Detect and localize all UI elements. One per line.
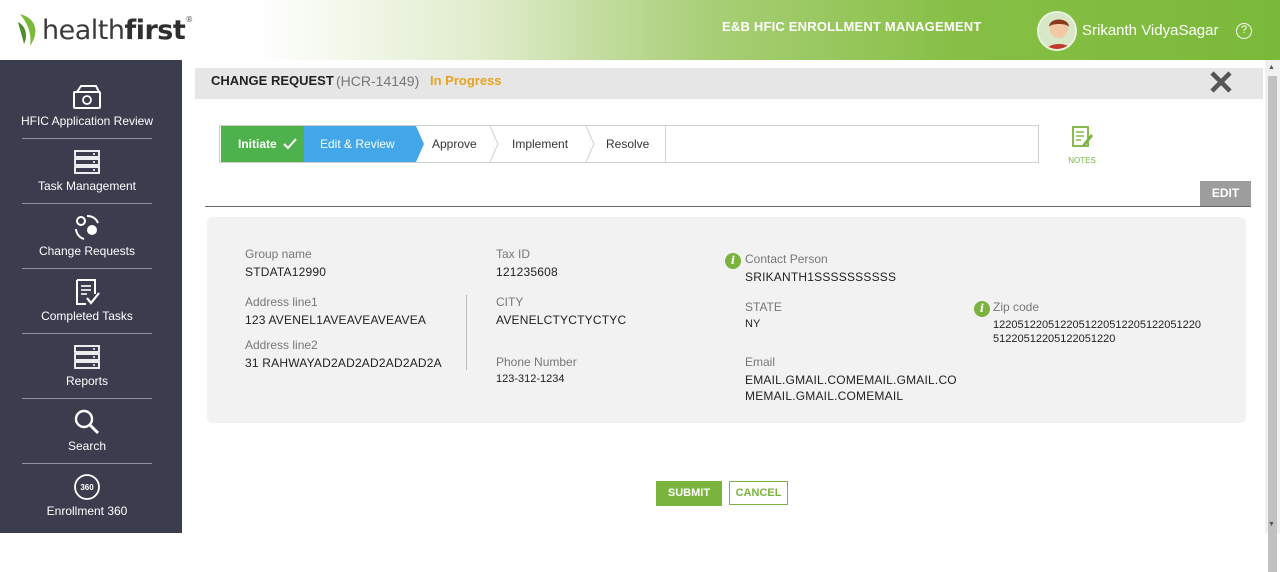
search-icon [71, 407, 103, 437]
page-title-bar: CHANGE REQUEST (HCR-14149) In Progress [195, 68, 1263, 99]
sidebar-item-hfic-application-review[interactable]: HFIC Application Review [20, 74, 154, 139]
state-value: NY [745, 318, 761, 330]
leaf-icon [18, 14, 36, 46]
avatar[interactable] [1037, 11, 1077, 51]
scroll-up-icon[interactable]: ▲ [1268, 64, 1275, 71]
sidebar-item-label: HFIC Application Review [20, 114, 154, 128]
notes-button[interactable]: NOTES [1066, 125, 1098, 165]
tax-id-value: 121235608 [496, 265, 558, 279]
sidebar-item-enrollment-360[interactable]: 360 Enrollment 360 [22, 464, 152, 529]
step-approve[interactable]: Approve [432, 126, 477, 162]
column-divider [466, 295, 467, 370]
enrollment-360-icon: 360 [71, 472, 103, 502]
scroll-down-icon[interactable]: ▼ [1268, 521, 1275, 528]
request-id: (HCR-14149) [336, 73, 420, 89]
vertical-scrollbar[interactable]: ▲ ▼ [1265, 60, 1280, 572]
step-implement[interactable]: Implement [512, 126, 568, 162]
sidebar-item-search[interactable]: Search [22, 399, 152, 464]
application-review-icon [71, 82, 103, 112]
sidebar-item-task-management[interactable]: Task Management [22, 139, 152, 204]
email-value-line1: EMAIL.GMAIL.COMEMAIL.GMAIL.CO [745, 373, 957, 387]
enrollment-360-icon-text: 360 [80, 483, 94, 492]
change-requests-icon [71, 212, 103, 242]
notes-icon [1072, 126, 1093, 147]
completed-tasks-icon [71, 277, 103, 307]
notes-label: NOTES [1068, 156, 1096, 165]
sidebar-item-change-requests[interactable]: Change Requests [22, 204, 152, 269]
step-arrow-icon [416, 126, 424, 162]
page-title: CHANGE REQUEST [211, 73, 334, 88]
phone-number-label: Phone Number [496, 355, 577, 369]
step-label: Initiate [238, 137, 277, 151]
app-title: E&B HFIC ENROLLMENT MANAGEMENT [722, 19, 982, 34]
submit-button[interactable]: SUBMIT [656, 481, 722, 506]
app-header: healthfirst® E&B HFIC ENROLLMENT MANAGEM… [0, 0, 1280, 60]
contact-person-value: SRIKANTH1SSSSSSSSSS [745, 270, 897, 284]
step-initiate[interactable]: Initiate [221, 126, 304, 162]
group-name-label: Group name [245, 247, 312, 261]
user-name[interactable]: Srikanth VidyaSagar [1082, 22, 1218, 39]
state-label: STATE [745, 300, 782, 314]
sidebar-item-label: Change Requests [38, 244, 136, 258]
group-name-value: STDATA12990 [245, 265, 327, 279]
sidebar-item-label: Search [67, 439, 107, 453]
step-label: Resolve [606, 137, 650, 151]
tax-id-label: Tax ID [496, 247, 531, 261]
scrollbar-thumb[interactable] [1268, 76, 1277, 572]
step-edit-review[interactable]: Edit & Review [304, 126, 416, 162]
city-label: CITY [496, 295, 524, 309]
step-label: Implement [512, 137, 569, 151]
step-resolve[interactable]: Resolve [606, 126, 649, 162]
sidebar-item-label: Completed Tasks [41, 309, 133, 323]
address-line1-value: 123 AVENEL1AVEAVEAVEAVEA [245, 313, 427, 327]
zip-code-label: Zip code [993, 300, 1040, 314]
sidebar: HFIC Application Review Task Management … [0, 60, 182, 533]
zip-code-value-line2: 51220512205122051220 [993, 333, 1116, 345]
info-icon[interactable]: i [974, 301, 990, 317]
edit-button[interactable]: EDIT [1200, 181, 1251, 206]
sidebar-item-completed-tasks[interactable]: Completed Tasks [22, 269, 152, 334]
zip-code-value-line1: 1220512205122051220512205122051220 [993, 319, 1202, 331]
section-divider [205, 206, 1251, 207]
step-arrow-icon [586, 126, 595, 162]
contact-person-label: Contact Person [745, 252, 828, 266]
email-label: Email [745, 355, 776, 369]
reports-icon [71, 342, 103, 372]
logo-wordmark: healthfirst® [42, 14, 193, 46]
avatar-image [1039, 13, 1075, 49]
info-icon[interactable]: i [725, 253, 741, 269]
cancel-button[interactable]: CANCEL [729, 481, 788, 505]
task-management-icon [71, 147, 103, 177]
healthfirst-logo[interactable]: healthfirst® [16, 12, 193, 48]
sidebar-item-label: Reports [65, 374, 109, 388]
status-badge: In Progress [430, 73, 502, 88]
phone-number-value: 123-312-1234 [496, 373, 565, 385]
sidebar-item-label: Task Management [37, 179, 137, 193]
address-line2-label: Address line2 [245, 338, 318, 352]
checkmark-icon [283, 138, 297, 150]
step-label: Edit & Review [320, 137, 395, 151]
help-icon[interactable]: ? [1236, 23, 1252, 39]
stepper-divider [665, 126, 666, 162]
step-arrow-icon [490, 126, 499, 162]
close-icon[interactable] [1207, 68, 1235, 96]
step-label: Approve [432, 137, 477, 151]
workflow-stepper: Initiate Edit & Review Approve Implement… [219, 125, 1039, 163]
email-value-line2: MEMAIL.GMAIL.COMEMAIL [745, 389, 904, 403]
sidebar-item-label: Enrollment 360 [46, 504, 128, 518]
address-line2-value: 31 RAHWAYAD2AD2AD2AD2AD2A [245, 356, 442, 370]
city-value: AVENELCTYCTYCTYC [496, 313, 627, 327]
address-line1-label: Address line1 [245, 295, 318, 309]
sidebar-item-reports[interactable]: Reports [22, 334, 152, 399]
